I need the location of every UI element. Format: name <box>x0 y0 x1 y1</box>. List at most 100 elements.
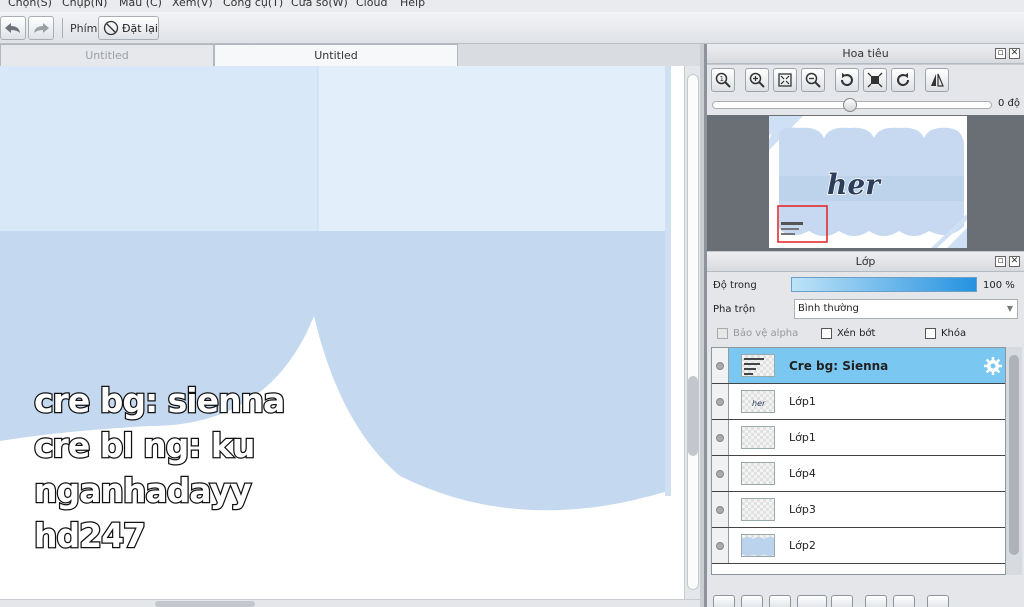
menu-color[interactable]: Màu (C) <box>119 0 162 9</box>
navigator-thumbnail: her <box>769 116 967 248</box>
layer-row-lop3[interactable]: Lớp3 <box>712 492 1005 528</box>
layer-thumbnail <box>741 426 775 449</box>
opacity-value: 100 % <box>983 280 1015 291</box>
merge-layer-button[interactable] <box>893 595 915 607</box>
scroll-thumb[interactable] <box>1009 355 1019 555</box>
eye-icon <box>716 361 724 370</box>
menu-tools[interactable]: Công cụ(T) <box>223 0 283 9</box>
visibility-toggle[interactable] <box>712 528 729 563</box>
menu-bar: Chọn(S) Chụp(N) Màu (C) Xem(V) Công cụ(T… <box>0 0 1024 12</box>
layer-name: Lớp4 <box>789 467 816 480</box>
reset-rotation-button[interactable] <box>863 68 887 92</box>
layer-row-lop1-b[interactable]: Lớp1 <box>712 420 1005 456</box>
credit-line-2: cre bl ng: ku <box>33 425 257 467</box>
layer-thumbnail <box>741 498 775 521</box>
rotate-left-icon <box>840 73 853 87</box>
protect-alpha-label: Bảo vệ alpha <box>733 328 799 339</box>
layer-row-cre-bg[interactable]: Cre bg: Sienna <box>712 348 1005 384</box>
visibility-toggle[interactable] <box>712 456 729 491</box>
eye-icon <box>716 433 724 442</box>
toolbar-divider <box>62 18 63 38</box>
add-layer-menu-button[interactable] <box>797 595 827 607</box>
zoom-out-button[interactable] <box>801 68 825 92</box>
layer-actions-bar <box>707 595 1024 607</box>
close-icon[interactable]: ✕ <box>1009 48 1020 59</box>
layer-name: Cre bg: Sienna <box>789 358 889 373</box>
layer-row-lop4[interactable]: Lớp4 <box>712 456 1005 492</box>
new-8bit-layer-button[interactable] <box>741 595 763 607</box>
new-layer-button[interactable] <box>713 595 735 607</box>
duplicate-layer-button[interactable] <box>865 595 887 607</box>
layer-row-lop1-a[interactable]: her Lớp1 <box>712 384 1005 420</box>
undock-icon[interactable]: ▫ <box>995 256 1006 267</box>
eye-icon <box>716 397 724 406</box>
new-1bit-layer-button[interactable] <box>769 595 791 607</box>
visibility-toggle[interactable] <box>712 492 729 527</box>
gear-icon[interactable] <box>984 357 1002 378</box>
drawing-canvas[interactable]: cre bg: sienna cre bl ng: ku nganhadayy … <box>0 66 684 599</box>
visibility-toggle[interactable] <box>712 384 729 419</box>
right-dock: Hoa tiêu ▫ ✕ 1 0 độ her Lớp ▫ ✕ Độ trong… <box>704 44 1024 607</box>
blend-mode-value: Bình thường <box>798 303 859 314</box>
document-tabs: Untitled Untitled <box>0 44 700 66</box>
undo-icon <box>5 23 20 33</box>
blend-mode-select[interactable]: Bình thường ▼ <box>794 299 1018 319</box>
zoom-actual-button[interactable]: 1 <box>711 68 735 92</box>
layer-title-bar: Lớp ▫ ✕ <box>707 252 1024 272</box>
navigator-title-bar: Hoa tiêu ▫ ✕ <box>707 44 1024 64</box>
layer-panel: Lớp ▫ ✕ Độ trong 100 % Pha trộn Bình thư… <box>707 252 1024 607</box>
rotation-slider-knob[interactable] <box>843 98 857 112</box>
fit-button[interactable] <box>773 68 797 92</box>
close-icon[interactable]: ✕ <box>1009 256 1020 267</box>
tab-untitled-2[interactable]: Untitled <box>214 44 458 66</box>
checkbox-box <box>717 328 728 339</box>
menu-capture[interactable]: Chụp(N) <box>62 0 107 9</box>
zoom-1-icon: 1 <box>715 72 731 88</box>
new-folder-button[interactable] <box>831 595 853 607</box>
checkbox-box <box>821 328 832 339</box>
menu-cloud[interactable]: Cloud <box>356 0 387 9</box>
undock-icon[interactable]: ▫ <box>995 48 1006 59</box>
visibility-toggle[interactable] <box>712 348 729 383</box>
rotate-right-button[interactable] <box>891 68 915 92</box>
lock-label: Khóa <box>941 328 967 339</box>
clipping-checkbox[interactable]: Xén bớt <box>821 328 875 339</box>
visibility-toggle[interactable] <box>712 420 729 455</box>
flip-button[interactable] <box>925 68 949 92</box>
reset-button[interactable]: Đặt lại <box>98 16 159 40</box>
reset-rotation-icon <box>867 72 883 88</box>
scroll-thumb[interactable] <box>155 601 255 607</box>
zoom-in-button[interactable] <box>745 68 769 92</box>
eye-icon <box>716 541 724 550</box>
tab-label: Untitled <box>314 49 358 62</box>
clipping-label: Xén bớt <box>837 328 876 339</box>
canvas-vertical-scrollbar[interactable] <box>684 66 700 599</box>
redo-button[interactable] <box>28 16 54 40</box>
lock-checkbox[interactable]: Khóa <box>925 328 966 339</box>
tab-label: Untitled <box>85 49 129 62</box>
layer-name: Lớp3 <box>789 503 816 516</box>
undo-button[interactable] <box>0 16 26 40</box>
scroll-thumb[interactable] <box>688 376 698 456</box>
menu-select[interactable]: Chọn(S) <box>8 0 52 9</box>
rotate-left-button[interactable] <box>835 68 859 92</box>
menu-help[interactable]: Help <box>400 0 425 9</box>
credit-line-1: cre bg: sienna <box>33 380 287 422</box>
menu-window[interactable]: Cửa sổ(W) <box>291 0 348 9</box>
layer-thumbnail: her <box>741 390 775 413</box>
layer-name: Lớp1 <box>789 431 816 444</box>
opacity-label: Độ trong <box>713 280 757 291</box>
opacity-slider[interactable] <box>791 277 977 292</box>
eye-icon <box>716 505 724 514</box>
protect-alpha-checkbox[interactable]: Bảo vệ alpha <box>717 328 798 339</box>
flip-horizontal-icon <box>931 73 944 87</box>
delete-layer-button[interactable] <box>927 595 949 607</box>
canvas-horizontal-scrollbar[interactable] <box>0 599 700 607</box>
navigator-preview[interactable]: her <box>707 115 1024 251</box>
layer-row-lop2[interactable]: Lớp2 <box>712 528 1005 564</box>
credit-line-3: nganhadayy <box>33 470 253 512</box>
tab-untitled-1[interactable]: Untitled <box>0 44 214 66</box>
layer-list-scrollbar[interactable] <box>1006 347 1022 575</box>
menu-view[interactable]: Xem(V) <box>172 0 213 9</box>
eye-icon <box>716 469 724 478</box>
